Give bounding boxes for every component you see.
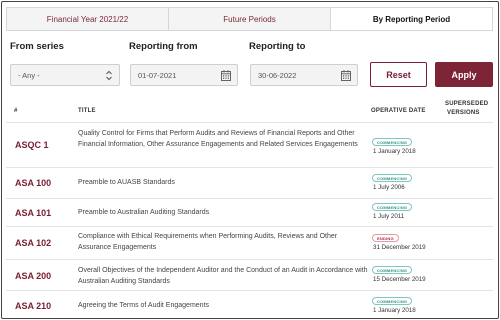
tab-future-periods[interactable]: Future Periods xyxy=(169,8,331,30)
reset-button[interactable]: Reset xyxy=(370,62,427,87)
table-row[interactable]: ASA 102 Compliance with Ethical Requirem… xyxy=(6,226,493,259)
table-row[interactable]: ASA 200 Overall Objectives of the Indepe… xyxy=(6,259,493,290)
table-row[interactable]: ASA 210 Agreeing the Terms of Audit Enga… xyxy=(6,290,493,318)
reporting-period-panel: Financial Year 2021/22 Future Periods By… xyxy=(1,1,499,319)
reporting-to-label: Reporting to xyxy=(249,41,306,52)
standard-title: Preamble to AUASB Standards xyxy=(78,179,175,186)
standard-code-link[interactable]: ASQC 1 xyxy=(15,140,49,150)
operative-date: 15 December 2019 xyxy=(373,276,426,283)
standard-title: Compliance with Ethical Requirements whe… xyxy=(78,233,338,251)
status-badge: COMMENCING xyxy=(372,297,413,305)
tab-financial-year[interactable]: Financial Year 2021/22 xyxy=(7,8,169,30)
apply-button[interactable]: Apply xyxy=(435,62,493,87)
standard-title: Quality Control for Firms that Perform A… xyxy=(78,130,358,148)
status-badge: ENDING xyxy=(372,234,399,242)
standard-title: Agreeing the Terms of Audit Engagements xyxy=(78,302,210,309)
period-tabs: Financial Year 2021/22 Future Periods By… xyxy=(6,7,493,31)
status-badge: COMMENCING xyxy=(372,266,413,274)
operative-date: 1 January 2018 xyxy=(373,148,416,155)
standard-code-link[interactable]: ASA 200 xyxy=(15,271,51,281)
standard-title: Overall Objectives of the Independent Au… xyxy=(78,267,368,285)
reporting-from-value: 01-07-2021 xyxy=(138,70,177,80)
table-row[interactable]: ASA 100 Preamble to AUASB Standards COMM… xyxy=(6,167,493,198)
calendar-icon[interactable] xyxy=(221,70,231,81)
standard-code-link[interactable]: ASA 101 xyxy=(15,208,51,218)
calendar-icon[interactable] xyxy=(341,70,351,81)
standard-code-link[interactable]: ASA 102 xyxy=(15,238,51,248)
operative-date: 1 July 2011 xyxy=(373,213,405,220)
from-series-label: From series xyxy=(10,41,64,52)
reporting-to-date-input[interactable]: 30-06-2022 xyxy=(250,64,358,86)
status-badge: COMMENCING xyxy=(372,174,413,182)
column-header-title: TITLE xyxy=(78,108,96,114)
from-series-value: - Any - xyxy=(18,70,40,80)
column-header-number: # xyxy=(14,108,18,114)
reporting-from-label: Reporting from xyxy=(129,41,198,52)
table-row[interactable]: ASQC 1 Quality Control for Firms that Pe… xyxy=(6,122,493,167)
column-header-versions: VERSIONS xyxy=(447,110,480,116)
updown-chevron-icon xyxy=(106,70,112,81)
standard-code-link[interactable]: ASA 100 xyxy=(15,178,51,188)
table-row[interactable]: ASA 101 Preamble to Australian Auditing … xyxy=(6,198,493,226)
reporting-to-value: 30-06-2022 xyxy=(258,70,297,80)
column-header-superseded: SUPERSEDED xyxy=(445,101,489,107)
operative-date: 1 July 2006 xyxy=(373,184,405,191)
operative-date: 31 December 2019 xyxy=(373,244,426,251)
status-badge: COMMENCING xyxy=(372,203,413,211)
operative-date: 1 January 2018 xyxy=(373,307,416,314)
standard-title: Preamble to Australian Auditing Standard… xyxy=(78,209,210,216)
tab-by-reporting-period[interactable]: By Reporting Period xyxy=(331,8,492,30)
status-badge: COMMENCING xyxy=(372,138,413,146)
column-header-operative-date: OPERATIVE DATE xyxy=(371,108,426,114)
reporting-from-date-input[interactable]: 01-07-2021 xyxy=(130,64,238,86)
standard-code-link[interactable]: ASA 210 xyxy=(15,301,51,311)
from-series-select[interactable]: - Any - xyxy=(10,64,120,86)
